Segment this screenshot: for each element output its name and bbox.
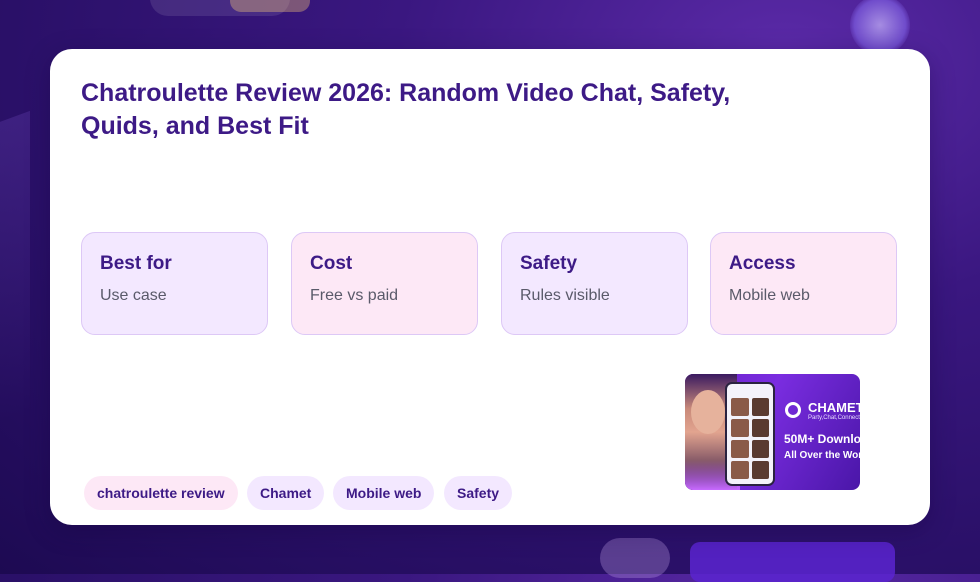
tag-chatroulette-review[interactable]: chatroulette review — [84, 476, 238, 510]
tile-subtext: Use case — [100, 287, 167, 304]
tile-best-for: Best for Use case — [81, 232, 268, 335]
tile-heading: Cost — [310, 253, 353, 274]
article-card[interactable]: Chatroulette Review 2026: Random Video C… — [50, 49, 930, 525]
background-stripe — [0, 110, 30, 430]
thumbnail-subline: All Over the World — [784, 450, 860, 461]
tile-subtext: Free vs paid — [310, 287, 399, 304]
tag-safety[interactable]: Safety — [444, 476, 513, 510]
background-coin-pill — [230, 0, 310, 12]
summary-tiles: Best for Use case Cost Free vs paid Safe… — [81, 232, 899, 336]
tile-heading: Best for — [100, 253, 172, 274]
thumbnail-brand: CHAMET — [808, 400, 860, 415]
tile-subtext: Rules visible — [520, 287, 610, 304]
thumbnail-phone — [725, 382, 775, 486]
tag-chamet[interactable]: Chamet — [247, 476, 325, 510]
tile-heading: Safety — [520, 253, 578, 274]
tile-cost: Cost Free vs paid — [291, 232, 478, 335]
tile-heading: Access — [729, 253, 796, 274]
background-avatar — [600, 538, 670, 578]
article-thumbnail[interactable]: CHAMET Party,Chat,Connect 50M+ Downloads… — [685, 374, 860, 490]
thumbnail-face — [691, 390, 725, 434]
chamet-logo-icon — [785, 402, 801, 418]
background-button — [690, 542, 895, 582]
tag-mobile-web[interactable]: Mobile web — [333, 476, 435, 510]
tile-subtext: Mobile web — [729, 287, 810, 304]
article-title[interactable]: Chatroulette Review 2026: Random Video C… — [81, 77, 801, 143]
thumbnail-headline: 50M+ Downloads — [784, 432, 860, 446]
phone-video-grid — [731, 398, 769, 479]
thumbnail-tagline: Party,Chat,Connect — [808, 415, 860, 421]
tile-safety: Safety Rules visible — [501, 232, 688, 335]
star-icon — [850, 0, 910, 55]
tile-access: Access Mobile web — [710, 232, 897, 335]
